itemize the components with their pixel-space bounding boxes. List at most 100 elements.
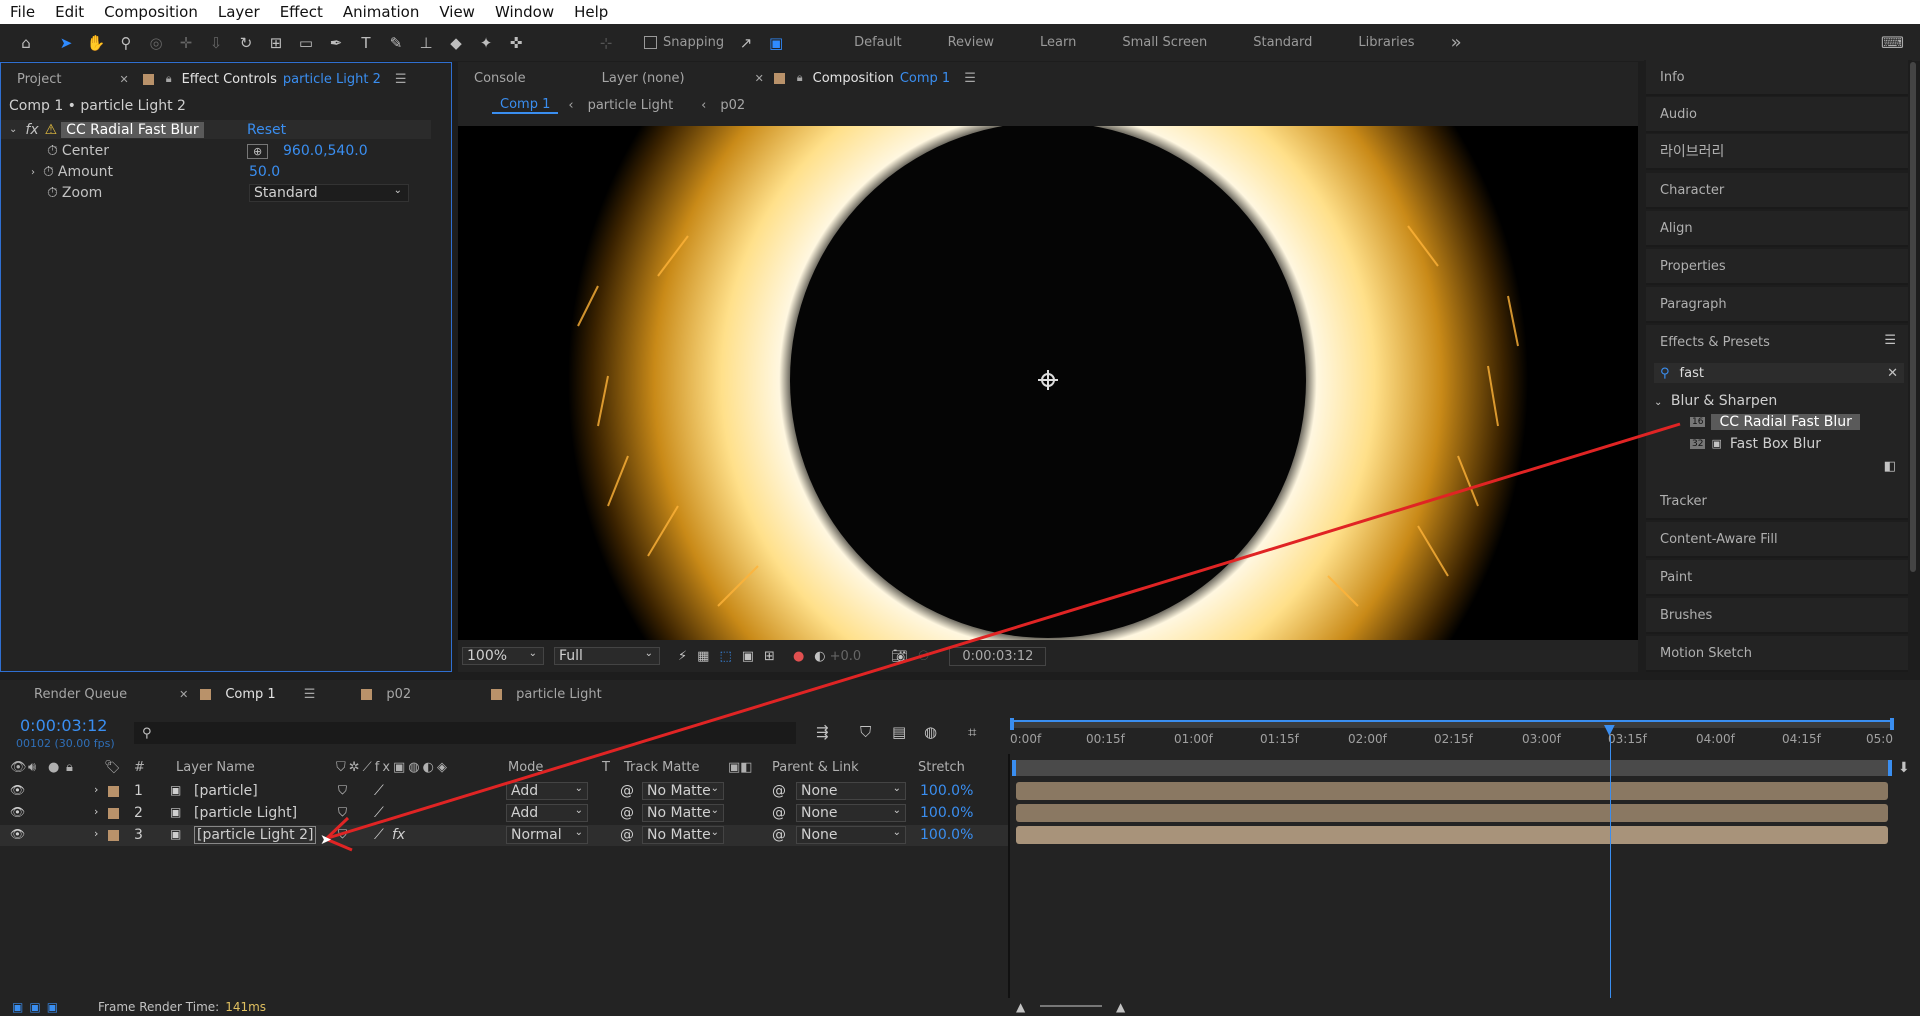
roto-brush-icon[interactable]: ✦ [474, 31, 498, 55]
close-icon[interactable]: ✕ [755, 72, 764, 85]
lock-icon[interactable]: 🔒︎ [797, 71, 803, 85]
collapse-switch-icon[interactable]: ⟋ [374, 805, 384, 821]
type-tool-icon[interactable]: T [354, 31, 378, 55]
pickwhip-icon[interactable]: @ [620, 827, 634, 843]
stopwatch-icon[interactable]: ⏱ [43, 164, 54, 180]
rectangle-tool-icon[interactable]: ▭ [294, 31, 318, 55]
audio-toggle-icon[interactable]: 🔊︎ [28, 760, 36, 775]
panel-audio[interactable]: Audio [1646, 97, 1908, 133]
fx-switch-icon[interactable]: fx [392, 827, 405, 843]
comp-range-bar[interactable] [1012, 760, 1892, 776]
parent-dropdown[interactable]: None ⌄ [796, 782, 906, 800]
panel-brushes[interactable]: Brushes [1646, 598, 1908, 634]
layer-row[interactable]: 👁︎ › 3 ▣ [particle Light 2] ⛉ ⟋ fx Norma… [0, 825, 1010, 846]
effect-header[interactable]: ⌄ fx ⚠ CC Radial Fast Blur Reset [1, 120, 431, 139]
expand-panel-icon[interactable]: ▣ [12, 1000, 23, 1014]
panel-content-aware-fill[interactable]: Content-Aware Fill [1646, 522, 1908, 558]
panel-menu-icon[interactable]: ☰ [1884, 333, 1896, 348]
effect-item-fast-box-blur[interactable]: 32 ▣ Fast Box Blur [1690, 434, 1821, 453]
workspace-small-screen[interactable]: Small Screen [1122, 35, 1207, 50]
magnification-dropdown[interactable]: 100% ⌄ [462, 647, 544, 665]
color-channels-icon[interactable]: ● [793, 649, 804, 664]
layer-row[interactable]: 👁︎ › 2 ▣ [particle Light] ⛉ ⟋ Add ⌄ @ No … [0, 803, 1010, 824]
shy-switch-icon[interactable]: ⛉ [338, 783, 347, 798]
region-of-interest-icon[interactable]: ▣ [742, 649, 754, 664]
brush-tool-icon[interactable]: ✎ [384, 31, 408, 55]
parent-pickwhip-icon[interactable]: @ [772, 805, 786, 821]
track-matte-dropdown[interactable]: No Matte ⌄ [642, 826, 724, 844]
blend-mode-dropdown[interactable]: Add ⌄ [506, 804, 588, 822]
tab-console[interactable]: Console [474, 71, 526, 86]
chevron-down-icon[interactable]: ⌄ [9, 124, 17, 135]
breadcrumb-comp1[interactable]: Comp 1 [492, 97, 559, 114]
parent-pickwhip-icon[interactable]: @ [772, 783, 786, 799]
exposure-icon[interactable]: ◐ [814, 649, 825, 664]
graph-editor-icon[interactable]: ⌗ [968, 723, 976, 741]
prop-amount-value[interactable]: 50.0 [249, 164, 280, 180]
mask-path-icon[interactable]: ⬚ [719, 649, 731, 664]
snap-target-icon[interactable]: ▣ [764, 31, 788, 55]
panel-paragraph[interactable]: Paragraph [1646, 287, 1908, 323]
effect-item-cc-radial-fast-blur[interactable]: 16 CC Radial Fast Blur [1690, 412, 1860, 431]
blend-mode-dropdown[interactable]: Add ⌄ [506, 782, 588, 800]
collapse-switch-icon[interactable]: ⟋ [374, 827, 384, 843]
track-matte-dropdown[interactable]: No Matte ⌄ [642, 782, 724, 800]
panel-character[interactable]: Character [1646, 173, 1908, 209]
new-preset-icon[interactable]: ◧ [1884, 459, 1896, 474]
pickwhip-icon[interactable]: @ [620, 805, 634, 821]
label-swatch[interactable] [108, 830, 119, 841]
tab-composition[interactable]: Composition [813, 71, 894, 86]
video-toggle-icon[interactable]: 👁︎ [10, 760, 27, 775]
home-icon[interactable]: ⌂ [14, 31, 38, 55]
tab-layer[interactable]: Layer (none) [602, 71, 685, 86]
pan-camera-icon[interactable]: ✛ [174, 31, 198, 55]
clone-stamp-icon[interactable]: ⊥ [414, 31, 438, 55]
frame-blending-icon[interactable]: ▤ [892, 723, 906, 741]
chevron-right-icon[interactable]: › [94, 805, 98, 818]
chevron-right-icon[interactable]: › [31, 167, 35, 178]
track-matte-dropdown[interactable]: No Matte ⌄ [642, 804, 724, 822]
prop-center-value[interactable]: 960.0,540.0 [283, 143, 368, 159]
breadcrumb-particle-light[interactable]: particle Light [588, 98, 674, 113]
tab-comp-name[interactable]: Comp 1 [900, 71, 950, 86]
effects-presets-title[interactable]: Effects & Presets [1660, 335, 1770, 350]
eraser-icon[interactable]: ◆ [444, 31, 468, 55]
selection-tool-icon[interactable]: ➤ [54, 31, 78, 55]
crosshair-icon[interactable]: ⊕ [247, 143, 269, 159]
category-blur-sharpen[interactable]: ⌄ Blur & Sharpen [1654, 393, 1777, 409]
expand-panel-icon[interactable]: ▣ [47, 1000, 58, 1014]
col-layer-name[interactable]: Layer Name [176, 760, 255, 775]
pan-behind-icon[interactable]: ⊞ [264, 31, 288, 55]
tab-project[interactable]: Project [17, 72, 61, 87]
menu-window[interactable]: Window [485, 0, 564, 24]
workspace-default[interactable]: Default [854, 35, 902, 50]
zoom-slider[interactable] [1040, 1005, 1102, 1007]
shy-layers-icon[interactable]: ⛉ [860, 723, 871, 741]
hand-tool-icon[interactable]: ✋ [84, 31, 108, 55]
pen-tool-icon[interactable]: ✒ [324, 31, 348, 55]
guides-icon[interactable]: ⊞ [764, 649, 775, 664]
lock-icon[interactable]: 🔒︎ [66, 760, 73, 775]
eye-icon[interactable]: 👁︎ [10, 805, 25, 819]
panel-menu-icon[interactable]: ☰ [964, 71, 976, 86]
exposure-value[interactable]: +0.0 [830, 649, 862, 664]
stretch-value[interactable]: 100.0% [920, 805, 973, 821]
rotate-tool-icon[interactable]: ↻ [234, 31, 258, 55]
tab-effect-controls[interactable]: Effect Controls [182, 72, 277, 87]
composition-canvas[interactable] [458, 126, 1638, 640]
viewer-timecode[interactable]: 0:00:03:12 [949, 646, 1047, 666]
stopwatch-icon[interactable]: ⏱ [47, 185, 58, 201]
panel-libraries[interactable]: 라이브러리 [1646, 134, 1908, 170]
tab-comp1[interactable]: Comp 1 [225, 687, 275, 702]
breadcrumb-p02[interactable]: p02 [720, 98, 745, 113]
eye-icon[interactable]: 👁︎ [10, 827, 25, 841]
transparency-grid-icon[interactable]: ▦ [697, 649, 709, 664]
chevron-right-icon[interactable]: › [94, 783, 98, 796]
menu-composition[interactable]: Composition [94, 0, 208, 24]
snapping-checkbox[interactable]: Snapping [644, 35, 724, 50]
menu-layer[interactable]: Layer [208, 0, 270, 24]
snapshot-icon[interactable]: 📷︎ [891, 649, 908, 664]
effect-name[interactable]: CC Radial Fast Blur [61, 121, 204, 138]
right-scrollbar[interactable] [1910, 62, 1916, 572]
menu-effect[interactable]: Effect [270, 0, 333, 24]
